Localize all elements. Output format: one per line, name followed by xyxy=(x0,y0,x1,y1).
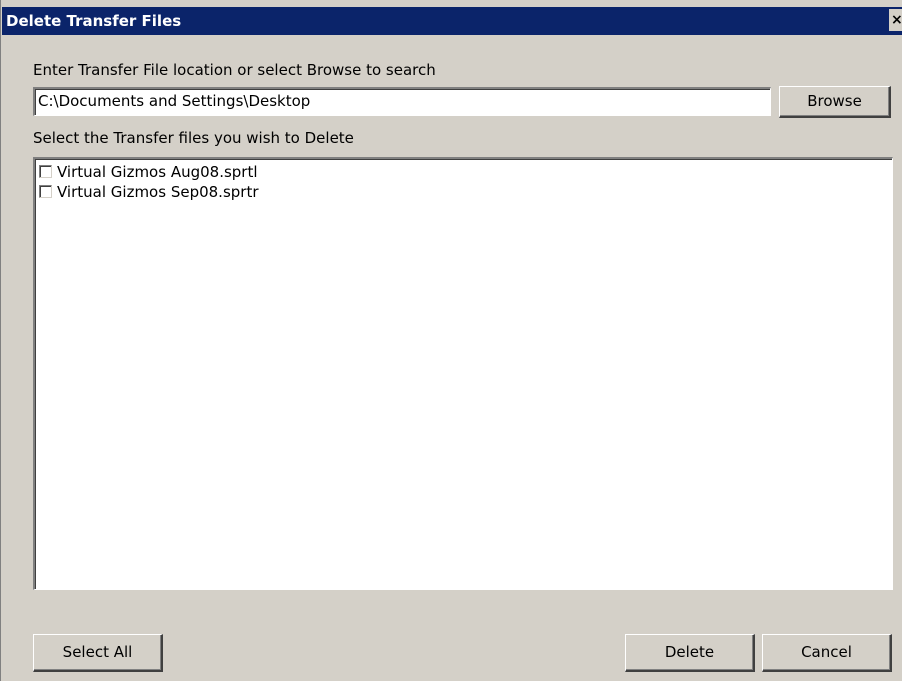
title-bar: Delete Transfer Files × xyxy=(2,7,902,35)
file-name: Virtual Gizmos Aug08.sprtl xyxy=(57,163,258,181)
delete-transfer-files-dialog: Delete Transfer Files × Enter Transfer F… xyxy=(0,0,902,681)
location-input[interactable]: C:\Documents and Settings\Desktop xyxy=(33,87,771,116)
transfer-files-list[interactable]: Virtual Gizmos Aug08.sprtl Virtual Gizmo… xyxy=(33,157,893,590)
select-all-button[interactable]: Select All xyxy=(33,634,163,672)
list-item[interactable]: Virtual Gizmos Aug08.sprtl xyxy=(39,162,258,182)
delete-button[interactable]: Delete xyxy=(625,634,755,672)
file-name: Virtual Gizmos Sep08.sprtr xyxy=(57,183,259,201)
list-item[interactable]: Virtual Gizmos Sep08.sprtr xyxy=(39,182,259,202)
file-checkbox[interactable] xyxy=(39,185,52,198)
close-icon[interactable]: × xyxy=(889,9,902,31)
location-label: Enter Transfer File location or select B… xyxy=(33,61,436,79)
cancel-button[interactable]: Cancel xyxy=(762,634,892,672)
dialog-title: Delete Transfer Files xyxy=(6,12,182,30)
file-checkbox[interactable] xyxy=(39,165,52,178)
files-label: Select the Transfer files you wish to De… xyxy=(33,129,354,147)
browse-button[interactable]: Browse xyxy=(779,86,891,118)
